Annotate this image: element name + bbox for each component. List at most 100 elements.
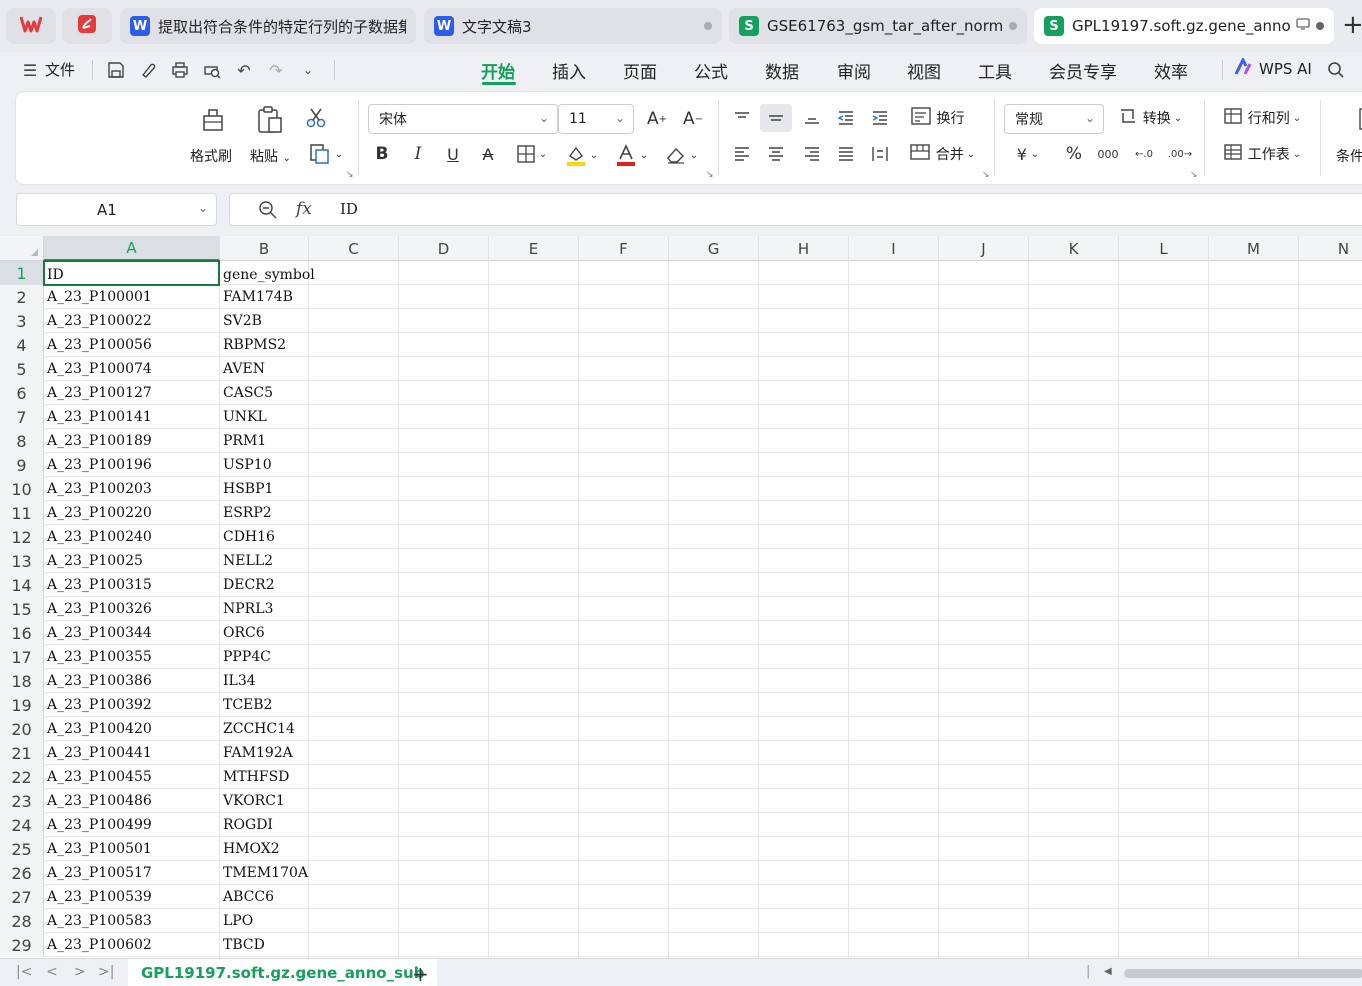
cell-b16[interactable]: ORC6: [223, 625, 265, 641]
row-header[interactable]: 20: [0, 717, 44, 741]
column-header-b[interactable]: B: [220, 236, 309, 261]
row-header[interactable]: 16: [0, 621, 44, 645]
format-painter-icon[interactable]: [198, 104, 228, 136]
column-header-j[interactable]: J: [939, 236, 1029, 261]
cell-b10[interactable]: HSBP1: [223, 481, 273, 497]
row-header[interactable]: 14: [0, 573, 44, 597]
first-sheet-icon[interactable]: |<: [16, 964, 32, 980]
fill-color-icon[interactable]: ⌄: [562, 142, 602, 168]
fx-icon[interactable]: fx: [296, 199, 312, 219]
brush-icon[interactable]: [138, 60, 158, 80]
number-format-select[interactable]: 常规 ⌄: [1004, 104, 1104, 134]
align-bottom-icon[interactable]: [800, 106, 824, 130]
row-header[interactable]: 10: [0, 477, 44, 501]
cell-a3[interactable]: A_23_P100022: [47, 313, 152, 329]
column-header-a[interactable]: A: [44, 236, 220, 261]
cell-b12[interactable]: CDH16: [223, 529, 275, 545]
tab-page[interactable]: 页面: [623, 58, 657, 83]
font-color-icon[interactable]: ⌄: [612, 142, 652, 168]
row-header[interactable]: 8: [0, 429, 44, 453]
expand-corner-icon[interactable]: ↘: [1190, 170, 1198, 180]
next-sheet-icon[interactable]: >: [74, 964, 86, 980]
row-header[interactable]: 7: [0, 405, 44, 429]
row-header[interactable]: 27: [0, 885, 44, 909]
cell-b15[interactable]: NPRL3: [223, 601, 273, 617]
cell-a4[interactable]: A_23_P100056: [47, 337, 152, 353]
cell-a18[interactable]: A_23_P100386: [47, 673, 152, 689]
wps-ai-button[interactable]: WPS AI: [1234, 56, 1312, 80]
currency-icon[interactable]: ¥ ⌄: [1010, 142, 1046, 166]
tab-data[interactable]: 数据: [765, 58, 799, 83]
row-header[interactable]: 13: [0, 549, 44, 573]
chevron-down-icon[interactable]: ⌄: [298, 60, 318, 80]
column-header-h[interactable]: H: [759, 236, 849, 261]
cell-b24[interactable]: ROGDI: [223, 817, 273, 833]
tab-doc-3-active[interactable]: S GPL19197.soft.gz.gene_anno: [1034, 8, 1334, 44]
column-header-n[interactable]: N: [1299, 236, 1362, 261]
tab-close-dot-icon[interactable]: [1316, 22, 1324, 30]
prev-sheet-icon[interactable]: <: [46, 964, 58, 980]
cell-a14[interactable]: A_23_P100315: [47, 577, 152, 593]
row-header[interactable]: 12: [0, 525, 44, 549]
row-header[interactable]: 28: [0, 909, 44, 933]
cell-b18[interactable]: IL34: [223, 673, 256, 689]
cell-b26[interactable]: TMEM170A: [223, 865, 308, 881]
cell-a11[interactable]: A_23_P100220: [47, 505, 152, 521]
cell-a9[interactable]: A_23_P100196: [47, 457, 152, 473]
font-size-select[interactable]: 11 ⌄: [558, 104, 634, 134]
border-icon[interactable]: ⌄: [512, 142, 552, 166]
cell-a17[interactable]: A_23_P100355: [47, 649, 152, 665]
increase-decimal-icon[interactable]: ←.0: [1130, 142, 1158, 166]
copy-icon[interactable]: ⌄: [306, 142, 346, 166]
eraser-icon[interactable]: ⌄: [662, 142, 702, 168]
cell-a25[interactable]: A_23_P100501: [47, 841, 152, 857]
cell-a23[interactable]: A_23_P100486: [47, 793, 152, 809]
paste-icon[interactable]: [254, 104, 286, 136]
cell-b25[interactable]: HMOX2: [223, 841, 280, 857]
wrap-text-button[interactable]: 换行: [906, 106, 968, 130]
strikethrough-icon[interactable]: A: [478, 142, 498, 166]
tab-doc-0[interactable]: W 提取出符合条件的特定行列的子数据集: [120, 8, 416, 44]
tab-doc-2[interactable]: S GSE61763_gsm_tar_after_norm_: [729, 8, 1027, 44]
convert-button[interactable]: 转换 ⌄: [1114, 106, 1186, 130]
format-painter-label[interactable]: 格式刷: [190, 146, 232, 166]
decrease-indent-icon[interactable]: [834, 106, 858, 130]
percent-icon[interactable]: %: [1062, 142, 1086, 166]
wps-home-button[interactable]: [6, 8, 56, 44]
row-header[interactable]: 9: [0, 453, 44, 477]
tab-efficiency[interactable]: 效率: [1154, 58, 1188, 83]
hamburger-menu-icon[interactable]: ☰: [20, 60, 40, 80]
align-left-icon[interactable]: [730, 142, 754, 166]
cell-a6[interactable]: A_23_P100127: [47, 385, 152, 401]
column-header-g[interactable]: G: [669, 236, 759, 261]
cell-b17[interactable]: PPP4C: [223, 649, 271, 665]
cell-a29[interactable]: A_23_P100602: [47, 937, 152, 953]
cell-b23[interactable]: VKORC1: [223, 793, 285, 809]
sheet-tab-active[interactable]: GPL19197.soft.gz.gene_anno_sub: [128, 959, 438, 986]
pdf-app-button[interactable]: [62, 8, 112, 44]
decrease-font-icon[interactable]: A −: [680, 106, 706, 132]
row-header[interactable]: 1: [0, 261, 44, 285]
justify-icon[interactable]: [834, 142, 858, 166]
cell-b6[interactable]: CASC5: [223, 385, 273, 401]
column-header-l[interactable]: L: [1119, 236, 1209, 261]
cell-b14[interactable]: DECR2: [223, 577, 275, 593]
align-center-icon[interactable]: [764, 142, 788, 166]
cell-a26[interactable]: A_23_P100517: [47, 865, 152, 881]
cell-a27[interactable]: A_23_P100539: [47, 889, 152, 905]
undo-icon[interactable]: ↶: [234, 60, 254, 80]
tab-formula[interactable]: 公式: [694, 58, 728, 83]
row-header[interactable]: 22: [0, 765, 44, 789]
cell-b27[interactable]: ABCC6: [223, 889, 274, 905]
row-header[interactable]: 15: [0, 597, 44, 621]
tab-close-dot-icon[interactable]: [704, 22, 712, 30]
tab-close-dot-icon[interactable]: [1009, 22, 1017, 30]
cell-a28[interactable]: A_23_P100583: [47, 913, 152, 929]
cell-b1[interactable]: gene_symbol: [223, 267, 315, 283]
tab-doc-1[interactable]: W 文字文稿3: [424, 8, 722, 44]
row-header[interactable]: 2: [0, 285, 44, 309]
cell-a10[interactable]: A_23_P100203: [47, 481, 152, 497]
column-header-i[interactable]: I: [849, 236, 939, 261]
column-header-f[interactable]: F: [579, 236, 669, 261]
column-header-e[interactable]: E: [489, 236, 579, 261]
